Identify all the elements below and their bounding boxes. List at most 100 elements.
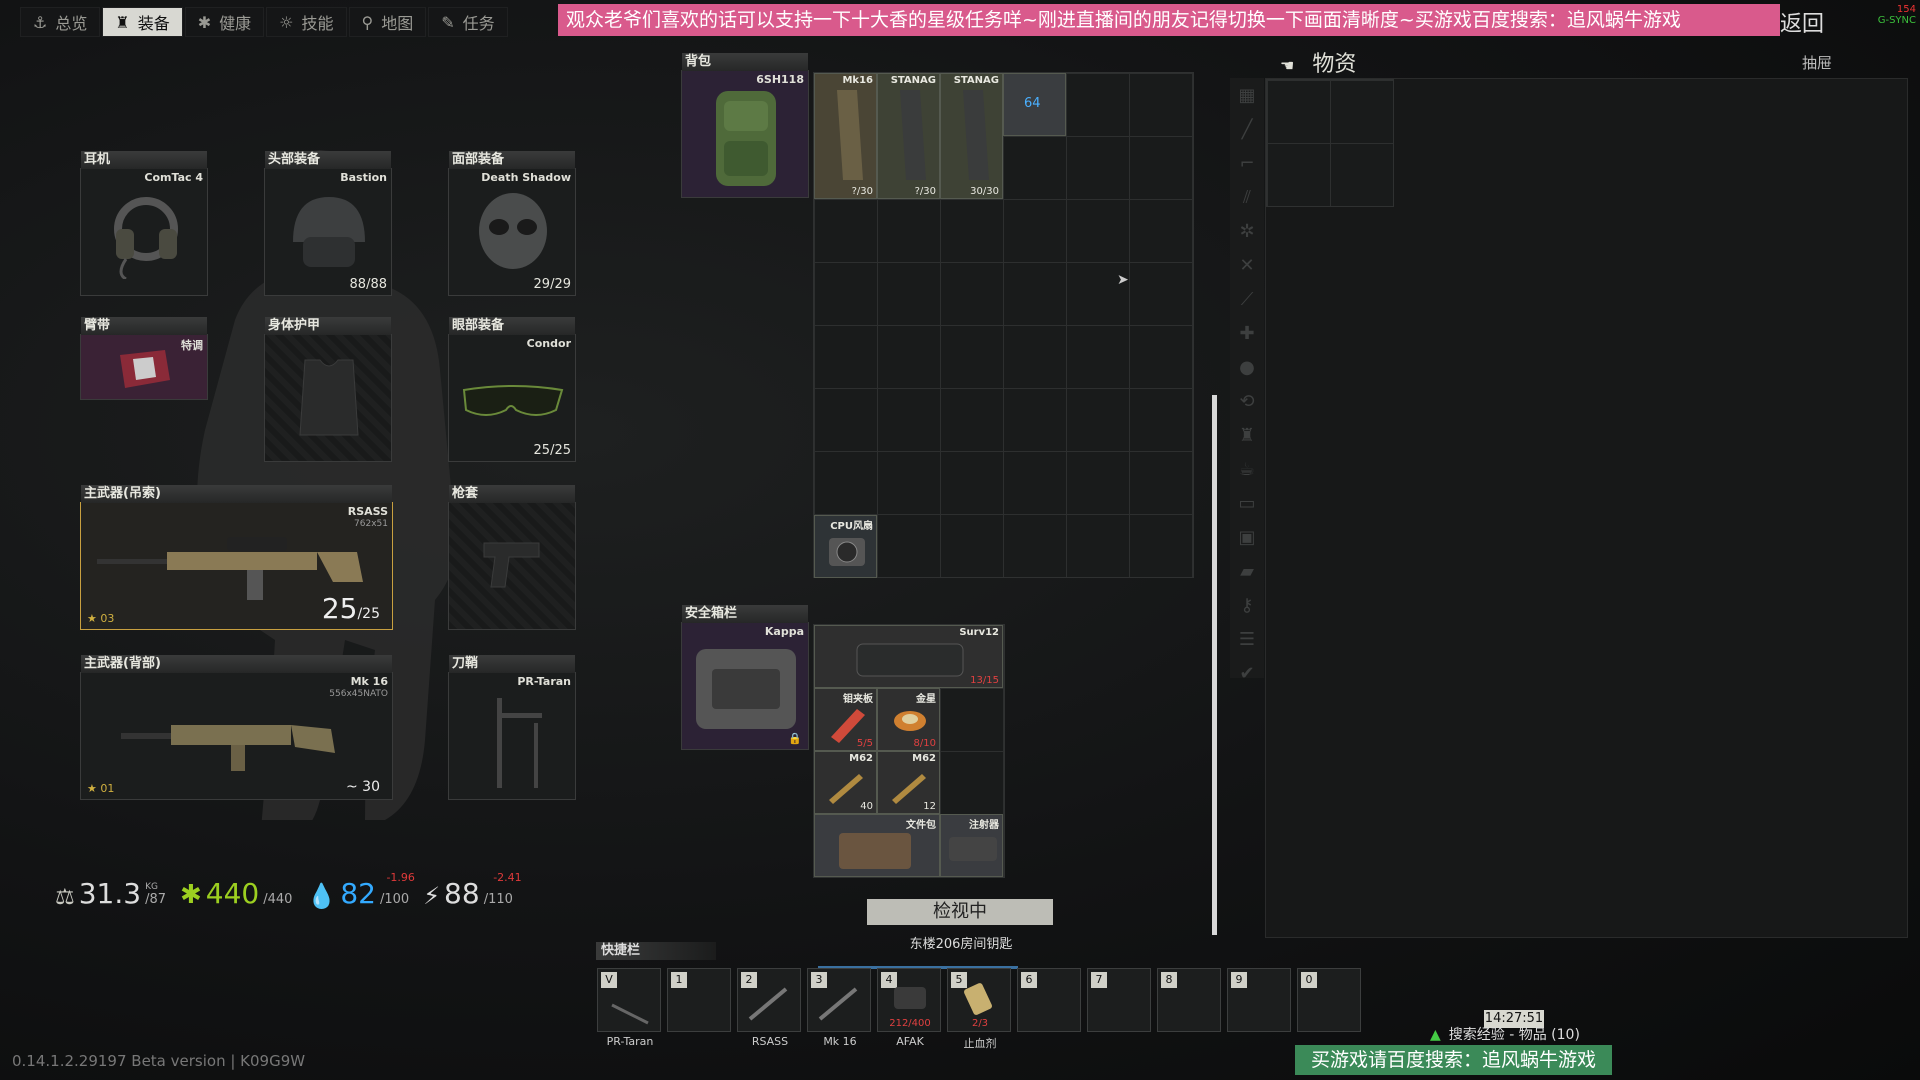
holster-slot[interactable]: 枪套 bbox=[448, 485, 576, 630]
search-exp-notice: ▲ 搜索经验 - 物品 (10) bbox=[1430, 1027, 1580, 1043]
hydration-stat: 💧 82/100 -1.96 bbox=[306, 871, 415, 910]
grid-item-injector-case[interactable]: 注射器 bbox=[940, 814, 1003, 877]
bullet-icon bbox=[829, 774, 863, 804]
filter-melee-icon[interactable]: ✕ bbox=[1230, 248, 1264, 282]
filter-docs-icon[interactable]: ☰ bbox=[1230, 622, 1264, 656]
hotbar-slot[interactable]: 3 Mk 16 bbox=[807, 968, 871, 1048]
stash-grid[interactable] bbox=[1266, 79, 1394, 207]
grid-item-ammo-pack[interactable]: 64 bbox=[1003, 73, 1066, 136]
filter-keys-icon[interactable]: ⚷ bbox=[1230, 588, 1264, 622]
grid-item-splint[interactable]: 钼夹板 5/5 bbox=[814, 688, 877, 751]
backpack-icon bbox=[716, 91, 776, 186]
hotbar-slot[interactable]: 8 bbox=[1157, 968, 1221, 1032]
filter-ammo-icon[interactable]: ⫽ bbox=[1230, 180, 1264, 214]
filter-knife-icon[interactable]: ⟋ bbox=[1230, 282, 1264, 316]
hotbar-slot[interactable]: 0 bbox=[1297, 968, 1361, 1032]
filter-quest-icon[interactable]: ✔ bbox=[1230, 656, 1264, 690]
mouse-cursor-icon: ➤ bbox=[1117, 272, 1129, 288]
weight-stat: ⚖ 31.3 KG/87 bbox=[55, 877, 166, 910]
grid-item-magazine[interactable]: Mk16 ?/30 bbox=[814, 73, 877, 199]
anchor-icon: ⚓ bbox=[33, 12, 48, 32]
filter-info-icon[interactable]: ▰ bbox=[1230, 554, 1264, 588]
weapon-rank: ★ 03 bbox=[87, 612, 115, 625]
filter-mods-icon[interactable]: ✲ bbox=[1230, 214, 1264, 248]
hotbar-slot[interactable]: V PR-Taran bbox=[597, 968, 661, 1048]
medkit-icon bbox=[894, 987, 926, 1009]
health-icon: ✱ bbox=[197, 12, 212, 32]
map-pin-icon: ⚲ bbox=[361, 12, 374, 32]
filter-pistol-icon[interactable]: ⌐ bbox=[1230, 146, 1264, 180]
tab-health[interactable]: ✱ 健康 bbox=[184, 7, 265, 37]
filter-all-icon[interactable]: ▦ bbox=[1230, 78, 1264, 112]
hotbar-slot[interactable]: 7 bbox=[1087, 968, 1151, 1032]
grid-item-magazine[interactable]: STANAG 30/30 bbox=[940, 73, 1003, 199]
primary-weapon-back-slot[interactable]: 主武器(背部) Mk 16 556x45NATO ★ 01 ~ 30 bbox=[80, 655, 393, 800]
grid-item-ammo[interactable]: M62 40 bbox=[814, 751, 877, 814]
stash-filter-bar: ▦ ╱ ⌐ ⫽ ✲ ✕ ⟋ ✚ ● ⟲ ♜ ☕ ▭ ▣ ▰ ⚷ ☰ ✔ bbox=[1230, 78, 1264, 684]
hotbar-slot[interactable]: 4 212/400 AFAK bbox=[877, 968, 941, 1048]
drawer-button[interactable]: 抽屉 bbox=[1802, 52, 1832, 73]
grid-item-survival-kit[interactable]: Surv12 13/15 bbox=[814, 625, 1003, 688]
magazine-icon bbox=[900, 90, 926, 180]
version-label: 0.14.1.2.29197 Beta version | K09G9W bbox=[12, 1052, 306, 1070]
headset-icon bbox=[114, 197, 178, 279]
cpu-fan-icon bbox=[829, 538, 865, 566]
armband-slot[interactable]: 臂带 特调 bbox=[80, 317, 208, 400]
warning-icon: ▲ bbox=[1430, 1027, 1441, 1043]
primary-weapon-sling-slot[interactable]: 主武器(吊索) RSASS 762x51 ★ 03 25/25 bbox=[80, 485, 393, 630]
examining-status: 检视中 bbox=[867, 899, 1053, 925]
headwear-slot[interactable]: 头部装备 Bastion 88/88 bbox=[264, 151, 392, 296]
water-drop-icon: 💧 bbox=[306, 882, 337, 910]
quest-icon: ✎ bbox=[441, 12, 455, 32]
tab-quests[interactable]: ✎ 任务 bbox=[428, 7, 508, 37]
hotbar-slot[interactable]: 5 2/3 止血剂 bbox=[947, 968, 1011, 1050]
baton-icon bbox=[611, 1003, 649, 1025]
secure-case-icon bbox=[696, 649, 796, 729]
filter-gear-icon[interactable]: ♜ bbox=[1230, 418, 1264, 452]
hotbar-slot[interactable]: 2 RSASS bbox=[737, 968, 801, 1048]
grid-item-cpu-fan[interactable]: CPU风扇 bbox=[814, 515, 877, 578]
magazine-icon bbox=[837, 90, 863, 180]
examining-item-name: 东楼206房间钥匙 bbox=[909, 937, 1013, 952]
bullet-icon bbox=[892, 774, 926, 804]
secure-container-slot[interactable]: 安全箱栏 Kappa 🔒 bbox=[681, 605, 809, 750]
tab-skills[interactable]: ☼ 技能 bbox=[266, 7, 347, 37]
skull-mask-icon bbox=[479, 193, 547, 269]
grid-item-documents-case[interactable]: 文件包 bbox=[814, 814, 940, 877]
hotbar-slot[interactable]: 1 bbox=[667, 968, 731, 1032]
hotbar-slot[interactable]: 6 bbox=[1017, 968, 1081, 1032]
hotbar-slot[interactable]: 9 bbox=[1227, 968, 1291, 1032]
scrollbar[interactable] bbox=[1212, 395, 1217, 935]
filter-armor-icon[interactable]: ▣ bbox=[1230, 520, 1264, 554]
filter-medical-icon[interactable]: ✚ bbox=[1230, 316, 1264, 350]
document-case-icon bbox=[839, 833, 911, 869]
back-button[interactable]: 返回 bbox=[1780, 6, 1824, 38]
player-stats: ⚖ 31.3 KG/87 ✱ 440/440 💧 82/100 -1.96 ⚡ 88/110… bbox=[55, 870, 522, 910]
grid-item-ammo[interactable]: M62 12 bbox=[877, 751, 940, 814]
rifle-icon bbox=[748, 987, 788, 1021]
earpiece-slot[interactable]: 耳机 ComTac 4 bbox=[80, 151, 208, 296]
filter-container-icon[interactable]: ▭ bbox=[1230, 486, 1264, 520]
filter-grenade-icon[interactable]: ● bbox=[1230, 350, 1264, 384]
scabbard-slot[interactable]: 刀鞘 PR-Taran bbox=[448, 655, 576, 800]
baton-icon bbox=[497, 698, 542, 788]
promo-banner: 买游戏请百度搜索：追风蜗牛游戏 bbox=[1295, 1045, 1612, 1075]
hand-icon: ☚ bbox=[1280, 56, 1295, 75]
facecover-slot[interactable]: 面部装备 Death Shadow 29/29 bbox=[448, 151, 576, 296]
filter-food-icon[interactable]: ☕ bbox=[1230, 452, 1264, 486]
tab-overview[interactable]: ⚓ 总览 bbox=[20, 7, 101, 37]
filter-barter-icon[interactable]: ⟲ bbox=[1230, 384, 1264, 418]
body-armor-slot[interactable]: 身体护甲 bbox=[264, 317, 392, 462]
armband-icon bbox=[120, 350, 170, 388]
grid-item-golden-star[interactable]: 金星 8/10 bbox=[877, 688, 940, 751]
backpack-slot[interactable]: 背包 6SH118 bbox=[681, 53, 809, 198]
splint-icon bbox=[831, 709, 865, 743]
stash-panel[interactable] bbox=[1265, 78, 1908, 938]
tab-map[interactable]: ⚲ 地图 bbox=[348, 7, 427, 37]
magazine-icon bbox=[963, 90, 989, 180]
eyewear-slot[interactable]: 眼部装备 Condor 25/25 bbox=[448, 317, 576, 462]
filter-weapons-icon[interactable]: ╱ bbox=[1230, 112, 1264, 146]
grid-item-magazine[interactable]: STANAG ?/30 bbox=[877, 73, 940, 199]
rifle-mk16-icon bbox=[121, 725, 335, 771]
tab-gear[interactable]: ♜ 装备 bbox=[102, 7, 183, 37]
